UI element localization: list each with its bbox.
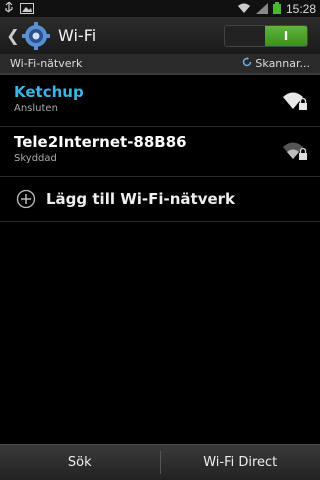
status-bar: 15:28 <box>0 0 320 17</box>
network-status: Skyddad <box>14 153 57 164</box>
network-name: Ketchup <box>14 83 84 101</box>
wifi-status-icon <box>237 0 251 18</box>
scan-status: Skannar... <box>242 57 310 70</box>
back-icon[interactable]: ❮ <box>6 25 20 47</box>
add-network-label: Lägg till Wi-Fi-nätverk <box>46 189 236 208</box>
battery-icon <box>272 0 281 18</box>
wifi-networks-header: Wi-Fi-nätverk Skannar... <box>0 54 320 75</box>
wifi-signal-locked-icon <box>282 141 308 161</box>
refresh-icon <box>242 57 252 70</box>
scan-label: Skannar... <box>255 57 310 70</box>
settings-gear-icon[interactable] <box>22 21 50 50</box>
network-item-ketchup[interactable]: Ketchup Ansluten <box>0 77 320 127</box>
wifi-toggle[interactable]: I <box>224 25 308 47</box>
network-status: Ansluten <box>14 103 58 114</box>
wifi-toggle-on: I <box>265 26 307 46</box>
bottom-action-bar: Sök Wi-Fi Direct <box>0 444 320 480</box>
network-item-tele2[interactable]: Tele2Internet-88B86 Skyddad <box>0 127 320 177</box>
status-time: 15:28 <box>285 1 316 16</box>
search-button[interactable]: Sök <box>0 445 160 480</box>
wifi-direct-button[interactable]: Wi-Fi Direct <box>161 445 320 480</box>
plus-icon <box>16 189 36 209</box>
action-bar: ❮ Wi-Fi I <box>0 17 320 54</box>
add-network-button[interactable]: Lägg till Wi-Fi-nätverk <box>0 176 320 222</box>
page-title: Wi-Fi <box>58 26 97 45</box>
section-title: Wi-Fi-nätverk <box>10 57 83 70</box>
status-left <box>4 0 34 18</box>
network-name: Tele2Internet-88B86 <box>14 133 187 151</box>
status-right: 15:28 <box>237 0 316 18</box>
wifi-signal-locked-icon <box>282 91 308 111</box>
image-notification-icon <box>20 0 34 18</box>
usb-icon <box>4 0 14 18</box>
signal-icon <box>255 0 268 18</box>
